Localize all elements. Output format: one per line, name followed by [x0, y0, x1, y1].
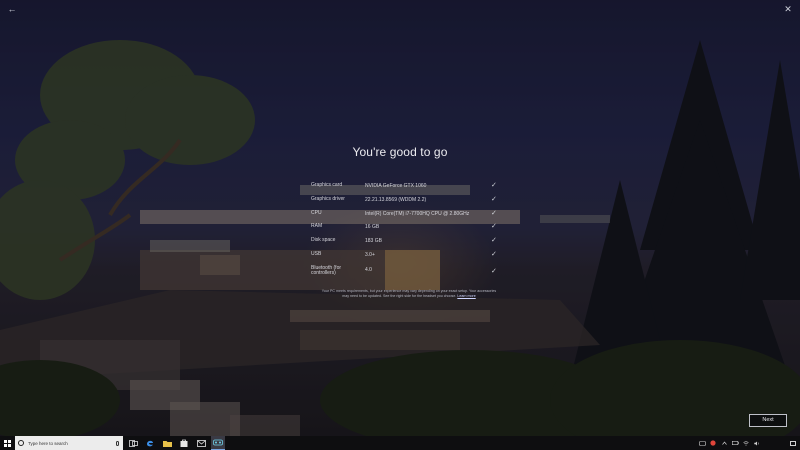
action-center-icon[interactable]: [790, 440, 796, 446]
close-window-button[interactable]: ✕: [780, 2, 796, 16]
check-row-graphics-card: Graphics card NVIDIA GeForce GTX 1060 ✓: [311, 180, 501, 194]
mixed-reality-tray-icon[interactable]: [698, 439, 706, 447]
learn-more-link[interactable]: Learn more: [457, 294, 475, 298]
alert-red-icon[interactable]: [709, 439, 717, 447]
mail-icon[interactable]: [194, 436, 208, 450]
mixed-reality-portal-icon[interactable]: [211, 436, 225, 450]
store-icon[interactable]: [177, 436, 191, 450]
check-value: 3.0+: [365, 251, 375, 258]
check-row-ram: RAM 16 GB ✓: [311, 221, 501, 235]
checkmark-icon: ✓: [491, 268, 497, 276]
check-row-bluetooth: Bluetooth (for controllers) 4.0 ✓: [311, 263, 501, 279]
next-button[interactable]: Next: [749, 414, 787, 427]
cortana-icon: [18, 440, 24, 446]
checkmark-icon: ✓: [491, 209, 497, 217]
battery-icon[interactable]: [731, 439, 739, 447]
check-row-graphics-driver: Graphics driver 22.21.13.8569 (WDDM 2.2)…: [311, 194, 501, 208]
page-title: You're good to go: [352, 145, 448, 159]
check-row-disk-space: Disk space 183 GB ✓: [311, 235, 501, 249]
microphone-icon[interactable]: [116, 440, 119, 446]
checkmark-icon: ✓: [491, 223, 497, 231]
checkmark-icon: ✓: [491, 195, 497, 203]
check-value: NVIDIA GeForce GTX 1060: [365, 183, 427, 189]
task-view-icon[interactable]: [126, 436, 140, 450]
edge-browser-icon[interactable]: [143, 436, 157, 450]
chevron-up-icon[interactable]: [720, 439, 728, 447]
wifi-icon[interactable]: [742, 439, 750, 447]
system-tray: [695, 436, 800, 450]
check-label: Disk space: [311, 237, 336, 244]
taskbar-search-box[interactable]: Type here to search: [15, 436, 123, 450]
compatibility-check-list: Graphics card NVIDIA GeForce GTX 1060 ✓ …: [311, 180, 501, 279]
check-label: Graphics driver: [311, 195, 345, 202]
checkmark-icon: ✓: [491, 237, 497, 245]
checkmark-icon: ✓: [491, 250, 497, 258]
check-value: Intel(R) Core(TM) i7-7700HQ CPU @ 2.80GH…: [365, 210, 470, 217]
requirements-note: Your PC meets requirements, but your exp…: [318, 289, 500, 299]
check-value: 22.21.13.8569 (WDDM 2.2): [365, 196, 427, 203]
check-label: USB: [311, 250, 322, 257]
back-button[interactable]: ←: [4, 2, 20, 16]
check-value: 4.0: [365, 267, 372, 274]
search-placeholder: Type here to search: [28, 440, 68, 446]
check-row-usb: USB 3.0+ ✓: [311, 249, 501, 263]
check-value: 16 GB: [365, 224, 380, 231]
file-explorer-icon[interactable]: [160, 436, 174, 450]
check-row-cpu: CPU Intel(R) Core(TM) i7-7700HQ CPU @ 2.…: [311, 208, 501, 222]
check-label: Graphics card: [311, 182, 343, 188]
volume-icon[interactable]: [753, 439, 761, 447]
check-label: CPU: [311, 209, 322, 216]
taskbar: Type here to search: [0, 436, 800, 450]
windows-logo-icon: [4, 439, 11, 447]
check-label: RAM: [311, 223, 323, 230]
check-value: 183 GB: [365, 238, 382, 245]
start-button[interactable]: [0, 436, 15, 450]
check-label: Bluetooth (for controllers): [311, 264, 342, 277]
checkmark-icon: ✓: [491, 182, 497, 189]
